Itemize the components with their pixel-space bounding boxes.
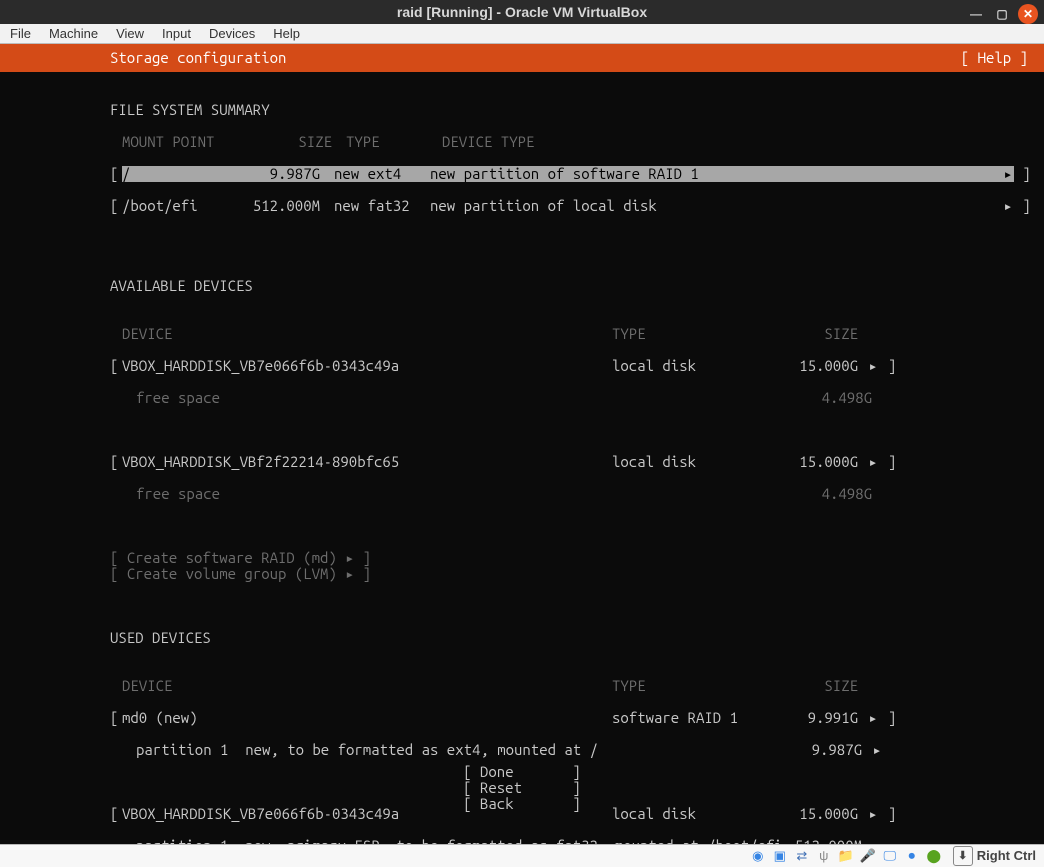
network-icon[interactable]: ⇄ <box>793 847 811 865</box>
partition-size: 512.000M <box>776 838 862 844</box>
device-type: software RAID 1 <box>612 710 772 726</box>
fs-summary-heading: FILE SYSTEM SUMMARY <box>110 101 270 118</box>
fs-mount: / <box>122 166 230 182</box>
device-type: local disk <box>612 454 772 470</box>
col-dtype: DEVICE TYPE <box>442 134 1026 150</box>
host-key-label: Right Ctrl <box>977 848 1036 863</box>
used-columns: DEVICETYPESIZE <box>110 678 1026 694</box>
col-size: SIZE <box>772 678 858 694</box>
col-type: TYPE <box>612 326 772 342</box>
fs-type: new ext4 <box>334 166 430 182</box>
shared-folders-icon[interactable]: 📁 <box>837 847 855 865</box>
fs-type: new fat32 <box>334 198 430 214</box>
menu-help[interactable]: Help <box>273 26 300 41</box>
available-columns: DEVICETYPESIZE <box>110 326 1026 342</box>
close-button[interactable]: ✕ <box>1018 4 1038 24</box>
fs-size: 9.987G <box>230 166 334 182</box>
chevron-right-icon: ▸ <box>1002 166 1014 182</box>
chevron-right-icon: ▸ <box>1002 198 1014 214</box>
device-size: 9.991G <box>772 710 858 726</box>
titlebar: raid [Running] - Oracle VM VirtualBox — … <box>0 0 1044 24</box>
available-free-space: free space 4.498G <box>110 390 1026 406</box>
available-device-row[interactable]: [VBOX_HARDDISK_VBf2f22214-890bfc65local … <box>110 454 1026 470</box>
free-space-size: 4.498G <box>786 390 872 406</box>
used-heading: USED DEVICES <box>110 629 211 646</box>
free-space-size: 4.498G <box>786 486 872 502</box>
menu-input[interactable]: Input <box>162 26 191 41</box>
fs-row-root[interactable]: [/9.987Gnew ext4new partition of softwar… <box>110 166 1026 182</box>
chevron-right-icon: ▸ <box>862 838 892 844</box>
host-key-indicator: ⬇ Right Ctrl <box>953 846 1036 866</box>
available-heading: AVAILABLE DEVICES <box>110 277 253 294</box>
col-type: TYPE <box>346 134 442 150</box>
partition-label: partition 1 new, primary ESP, to be form… <box>122 838 776 844</box>
menu-file[interactable]: File <box>10 26 31 41</box>
vm-state-icon[interactable]: ⬤ <box>925 847 943 865</box>
menu-view[interactable]: View <box>116 26 144 41</box>
menubar: File Machine View Input Devices Help <box>0 24 1044 44</box>
fs-mount: /boot/efi <box>122 198 230 214</box>
device-name: md0 (new) <box>122 710 612 726</box>
reset-button[interactable]: [ Reset ] <box>463 779 581 796</box>
keyboard-down-icon: ⬇ <box>953 846 973 866</box>
used-device-row[interactable]: [md0 (new)software RAID 19.991G▸] <box>110 710 1026 726</box>
device-name: VBOX_HARDDISK_VBf2f22214-890bfc65 <box>122 454 612 470</box>
statusbar: ◉ ▣ ⇄ ψ 📁 🎤 🖵 ⏺ ⬤ ⬇ Right Ctrl <box>0 844 1044 867</box>
usb-icon[interactable]: ψ <box>815 847 833 865</box>
device-name: VBOX_HARDDISK_VB7e066f6b-0343c49a <box>122 358 612 374</box>
fs-dtype: new partition of local disk <box>430 198 1002 214</box>
free-space-label: free space <box>122 486 626 502</box>
device-size: 15.000G <box>772 454 858 470</box>
available-free-space: free space 4.498G <box>110 486 1026 502</box>
optical-drive-icon[interactable]: ◉ <box>749 847 767 865</box>
minimize-button[interactable]: — <box>966 4 986 24</box>
menu-machine[interactable]: Machine <box>49 26 98 41</box>
fs-row-boot-efi[interactable]: [/boot/efi512.000Mnew fat32new partition… <box>110 198 1026 214</box>
free-space-label: free space <box>122 390 626 406</box>
available-device-row[interactable]: [VBOX_HARDDISK_VB7e066f6b-0343c49alocal … <box>110 358 1026 374</box>
col-mount: MOUNT POINT <box>122 134 242 150</box>
window-title: raid [Running] - Oracle VM VirtualBox <box>397 4 647 20</box>
audio-icon[interactable]: 🎤 <box>859 847 877 865</box>
page-header: Storage configuration [ Help ] <box>0 44 1044 72</box>
display-icon[interactable]: 🖵 <box>881 847 899 865</box>
back-button[interactable]: [ Back ] <box>463 795 581 812</box>
chevron-right-icon: ▸ <box>858 710 888 726</box>
menu-devices[interactable]: Devices <box>209 26 255 41</box>
col-device: DEVICE <box>122 326 612 342</box>
fs-dtype: new partition of software RAID 1 <box>430 166 1002 182</box>
help-button[interactable]: [ Help ] <box>961 50 1028 66</box>
maximize-button[interactable]: ▢ <box>992 4 1012 24</box>
hard-disk-icon[interactable]: ▣ <box>771 847 789 865</box>
col-size: SIZE <box>772 326 858 342</box>
terminal-area: Storage configuration [ Help ] FILE SYST… <box>0 44 1044 844</box>
used-partition-row[interactable]: partition 1 new, primary ESP, to be form… <box>110 838 1026 844</box>
fs-size: 512.000M <box>230 198 334 214</box>
chevron-right-icon: ▸ <box>858 358 888 374</box>
page-title: Storage configuration <box>110 50 286 66</box>
device-type: local disk <box>612 358 772 374</box>
fs-summary-columns: MOUNT POINTSIZETYPEDEVICE TYPE <box>110 134 1026 150</box>
create-raid-action[interactable]: [ Create software RAID (md) ▸ ] <box>110 549 371 566</box>
chevron-right-icon: ▸ <box>858 454 888 470</box>
col-device: DEVICE <box>122 678 612 694</box>
col-size: SIZE <box>242 134 346 150</box>
create-lvm-action[interactable]: [ Create volume group (LVM) ▸ ] <box>110 565 371 582</box>
col-type: TYPE <box>612 678 772 694</box>
recording-icon[interactable]: ⏺ <box>903 847 921 865</box>
device-size: 15.000G <box>772 358 858 374</box>
done-button[interactable]: [ Done ] <box>463 763 581 780</box>
